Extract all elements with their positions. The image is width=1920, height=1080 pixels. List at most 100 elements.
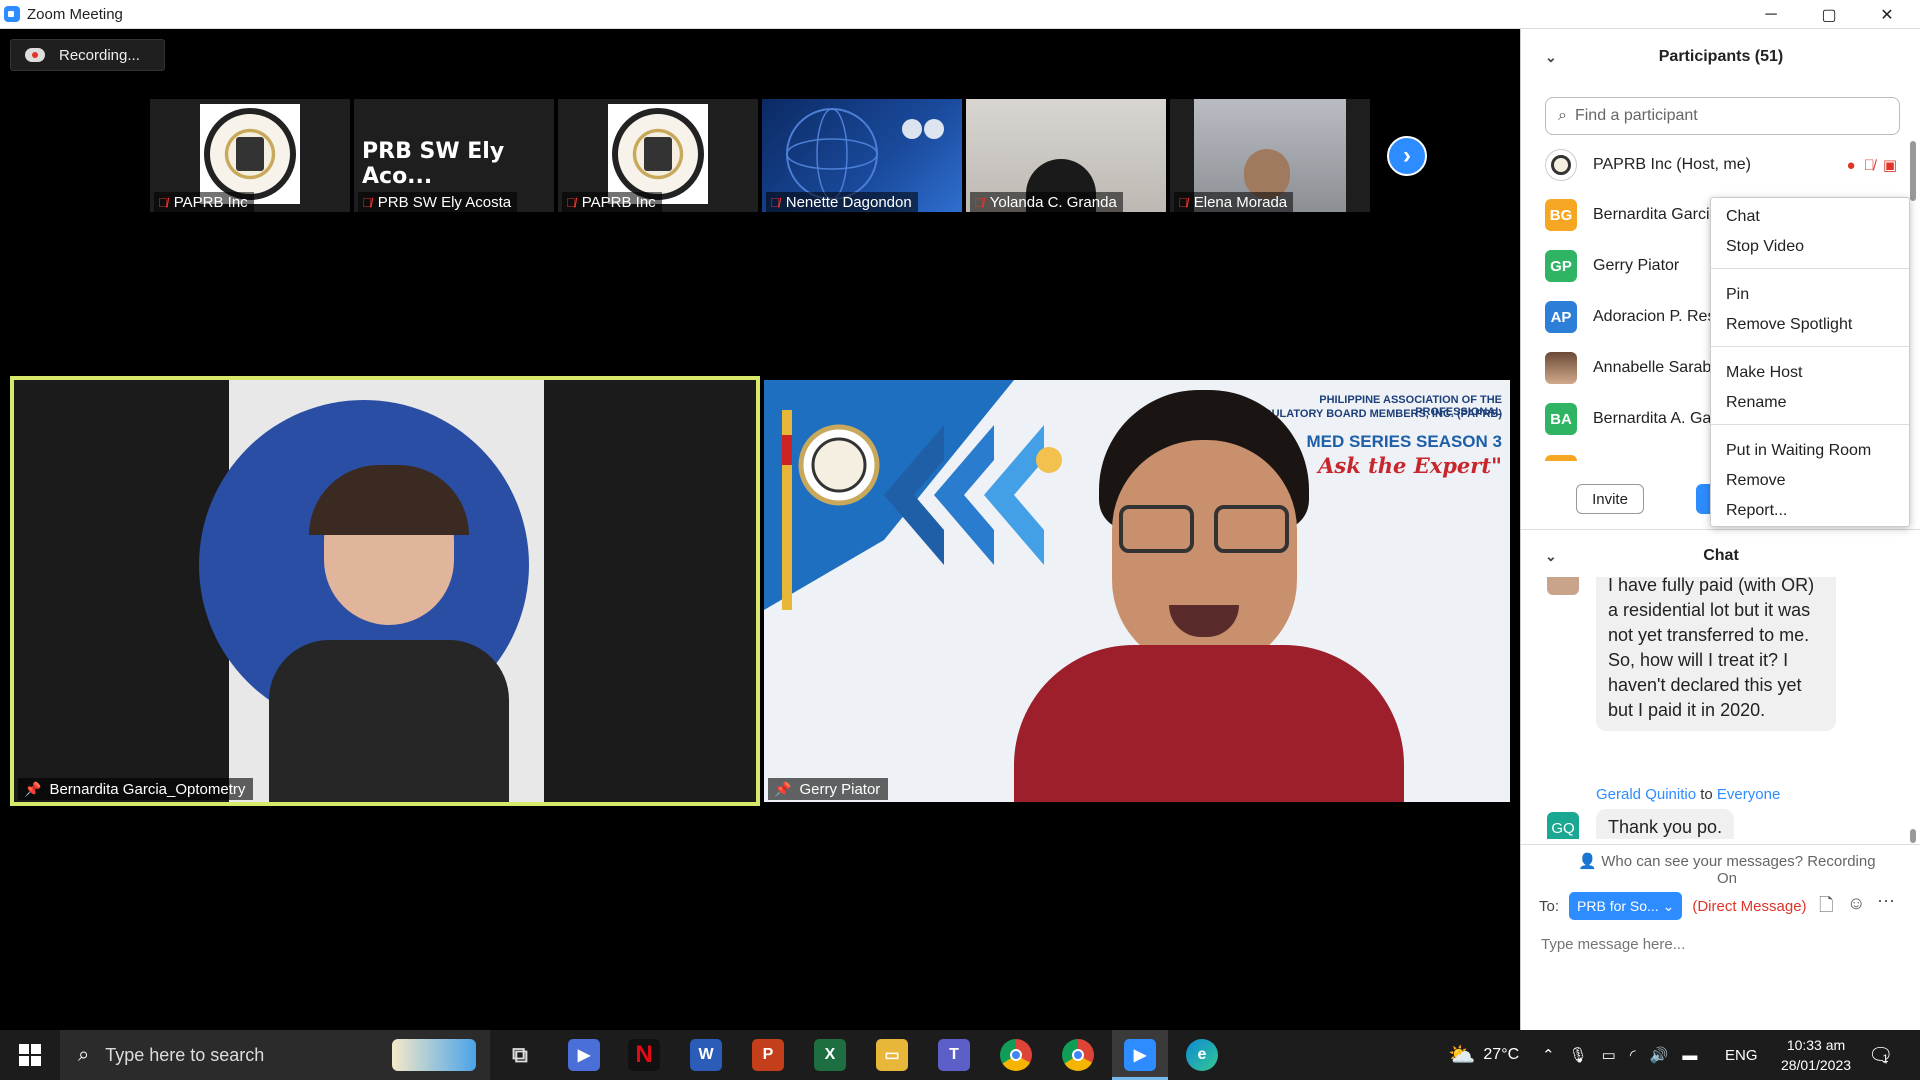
strip-tile-nenette[interactable]: 🎙̸ Nenette Dagondon	[762, 99, 962, 212]
battery-icon[interactable]: ▬	[1682, 1047, 1697, 1064]
mic-muted-icon: 🎙̸	[566, 194, 576, 210]
strip-tile-elena[interactable]: 🎙̸ Elena Morada	[1170, 99, 1370, 212]
chat-message-bubble: I have fully paid (with OR) a residentia…	[1596, 577, 1836, 731]
tray-icons[interactable]: ⌃ 🎙 ▭ ◜ 🔊 ▬	[1542, 1030, 1697, 1080]
strip-tile-yolanda[interactable]: 🎙̸ Yolanda C. Granda	[966, 99, 1166, 212]
microphone-icon[interactable]: 🎙	[1569, 1046, 1588, 1064]
edge-icon[interactable]: e	[1186, 1039, 1218, 1071]
more-icon[interactable]: ⋯	[1877, 891, 1895, 912]
meeting-area: Recording... 🎙̸ PAPRB Inc PRB SW Ely Aco.…	[0, 29, 1520, 1030]
netflix-icon[interactable]: N	[628, 1039, 660, 1071]
paprb-avatar	[1545, 149, 1577, 181]
weather-widget[interactable]: ⛅ 27°C	[1448, 1030, 1519, 1080]
task-view-icon[interactable]: ⧉	[504, 1039, 536, 1071]
menu-item-remove-spotlight[interactable]: Remove Spotlight	[1726, 316, 1852, 334]
mic-muted-icon: 🎙̸	[362, 194, 372, 210]
participant-name: Bernardita Garcia_Optometry	[49, 780, 246, 798]
participant-context-menu: Chat Stop Video Pin Remove Spotlight Mak…	[1710, 197, 1910, 527]
temperature: 27°C	[1483, 1046, 1520, 1063]
recording-badge[interactable]: Recording...	[10, 39, 165, 71]
avatar: AP	[1545, 301, 1577, 333]
direct-message-label: (Direct Message)	[1692, 897, 1807, 915]
chat-header: ⌄ Chat	[1521, 536, 1920, 576]
display-icon[interactable]: ▭	[1602, 1046, 1616, 1064]
language-indicator[interactable]: ENG	[1725, 1030, 1758, 1080]
file-explorer-icon[interactable]: ▭	[876, 1039, 908, 1071]
participant-name: Bernardita A. Ga	[1593, 410, 1712, 427]
strip-tile-paprb[interactable]: 🎙̸ PAPRB Inc	[150, 99, 350, 212]
menu-item-waiting-room[interactable]: Put in Waiting Room	[1726, 442, 1871, 460]
participant-name: PAPRB Inc (Host, me)	[1593, 156, 1751, 173]
search-icon: ⌕	[1558, 107, 1567, 124]
excel-icon[interactable]: X	[814, 1039, 846, 1071]
participant-row[interactable]: PAPRB Inc (Host, me) ●🎙̸▣	[1545, 146, 1915, 184]
pin-icon: 📌	[774, 780, 792, 797]
chat-messages[interactable]: I have fully paid (with OR) a residentia…	[1521, 577, 1920, 839]
recipient-select[interactable]: PRB for So... ⌄	[1569, 892, 1683, 920]
menu-item-rename[interactable]: Rename	[1726, 394, 1786, 412]
chat-visibility-notice[interactable]: 👤 Who can see your messages? Recording O…	[1567, 852, 1887, 887]
menu-item-pin[interactable]: Pin	[1726, 286, 1749, 304]
teams-icon[interactable]: T	[938, 1039, 970, 1071]
active-speaker-tile[interactable]: 📌 Bernardita Garcia_Optometry	[10, 376, 760, 806]
mic-muted-icon: 🎙̸	[1178, 194, 1188, 210]
side-panel: ⌄ Participants (51) ⌕ Find a participant…	[1520, 29, 1920, 1030]
menu-item-report[interactable]: Report...	[1726, 502, 1787, 520]
collapse-chevron-icon[interactable]: ⌄	[1545, 49, 1557, 66]
chat-message-bubble: Thank you po.	[1596, 809, 1735, 839]
chrome-icon[interactable]	[1000, 1039, 1032, 1071]
powerpoint-icon[interactable]: P	[752, 1039, 784, 1071]
volume-icon[interactable]: 🔊	[1650, 1046, 1669, 1064]
file-icon[interactable]: 🗋	[1819, 893, 1833, 923]
participant-display-name: PRB SW Ely Aco...	[362, 139, 505, 189]
menu-item-make-host[interactable]: Make Host	[1726, 364, 1802, 382]
avatar: BG	[1545, 199, 1577, 231]
chevron-up-icon[interactable]: ⌃	[1542, 1046, 1555, 1064]
wifi-icon[interactable]: ◜	[1630, 1046, 1636, 1064]
participant-name: Bernardita Garcia	[1593, 206, 1719, 223]
collapse-chevron-icon[interactable]: ⌄	[1545, 548, 1557, 565]
chat-message-input[interactable]	[1539, 929, 1899, 959]
close-button[interactable]: ✕	[1858, 0, 1916, 29]
windows-logo-icon	[19, 1044, 41, 1066]
pin-icon: 📌	[24, 780, 42, 797]
to-label: To:	[1539, 897, 1560, 915]
camera-feed	[1014, 380, 1404, 802]
clock[interactable]: 10:33 am 28/01/2023	[1766, 1030, 1866, 1080]
start-button[interactable]	[0, 1030, 60, 1080]
emoji-icon[interactable]: ☺	[1847, 893, 1865, 914]
chrome-profile-icon[interactable]	[1062, 1039, 1094, 1071]
notification-center[interactable]: 🗨 1	[1868, 1030, 1893, 1080]
window-title: Zoom Meeting	[27, 6, 123, 23]
participant-name: Annabelle Sarab	[1593, 359, 1712, 376]
strip-tile-prb-sw[interactable]: PRB SW Ely Aco... 🎙̸ PRB SW Ely Acosta	[354, 99, 554, 212]
avatar: BA	[1545, 403, 1577, 435]
invite-button[interactable]: Invite	[1576, 484, 1644, 514]
avatar: GQ	[1547, 812, 1579, 839]
menu-item-stop-video[interactable]: Stop Video	[1726, 238, 1804, 256]
menu-item-remove[interactable]: Remove	[1726, 472, 1786, 490]
chat-scrollbar[interactable]	[1910, 829, 1916, 843]
participant-name: PRB SW Ely Acosta	[377, 193, 512, 211]
paprb-logo	[200, 104, 300, 204]
zoom-app-icon	[4, 6, 20, 22]
cloud-recording-icon	[25, 48, 45, 62]
weather-icon: ⛅	[1448, 1042, 1476, 1067]
clock-date: 28/01/2023	[1780, 1057, 1852, 1073]
chat-sender-line: Gerald Quinitio to Everyone	[1596, 786, 1781, 803]
participant-name: Yolanda C. Granda	[989, 193, 1117, 211]
next-page-button[interactable]: ›	[1387, 136, 1427, 176]
paprb-logo	[608, 104, 708, 204]
taskbar-search[interactable]: ⌕ Type here to search	[60, 1030, 490, 1080]
minimize-button[interactable]: ─	[1742, 0, 1800, 29]
word-icon[interactable]: W	[690, 1039, 722, 1071]
menu-item-chat[interactable]: Chat	[1726, 208, 1760, 226]
restore-button[interactable]: ▢	[1800, 0, 1858, 29]
zoom-taskbar-icon[interactable]: ▶	[1124, 1039, 1156, 1071]
participants-scrollbar[interactable]	[1910, 141, 1916, 201]
participant-search-input[interactable]: ⌕ Find a participant	[1545, 97, 1900, 135]
notification-icon: 🗨	[1868, 1044, 1894, 1067]
strip-tile-paprb-2[interactable]: 🎙̸ PAPRB Inc	[558, 99, 758, 212]
video-app-icon[interactable]: ▶	[568, 1039, 600, 1071]
speaker-tile-gerry[interactable]: PHILIPPINE ASSOCIATION OF THE PROFESSION…	[764, 380, 1510, 802]
